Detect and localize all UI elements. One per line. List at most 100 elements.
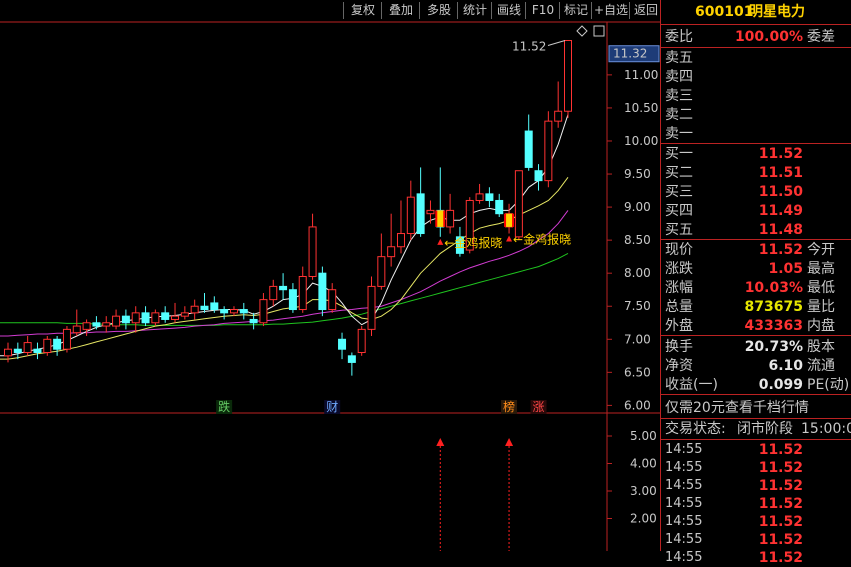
vol-tick-label: 2.00 [630,512,657,526]
promo-row[interactable]: 仅需20元查看千档行情 [661,399,851,417]
diamond-icon[interactable] [576,25,588,37]
window-toggle-icon[interactable] [593,25,605,37]
candle-body [406,196,415,235]
tick-row: 14:55 11.52 [661,477,851,495]
candle-body [82,322,91,330]
sell-row: 卖三 [661,87,851,105]
candle-body [357,328,366,354]
tick-row: 14:55 11.52 [661,531,851,549]
candle-body [279,285,288,291]
fund-label: 收益(一) [665,377,718,393]
quote-label2: 内盘 [807,318,835,334]
candle-body [43,338,52,354]
tick-time: 14:55 [665,550,703,565]
candle-body [377,256,386,287]
quote-label: 涨幅 [665,280,693,296]
quote-panel: 600101 明星电力 委比 100.00% 委差 卖五 卖四 卖三 卖二 卖一 买一 1… [660,0,851,566]
kline-chart[interactable]: 11.00 10.50 10.00 9.50 9.00 8.50 8.00 7.50 7.00 6… [0,0,660,551]
candle-body [141,312,150,324]
signal-arrow-up [506,235,513,242]
tick-time: 14:55 [665,532,703,547]
vol-tick-label: 5.00 [630,429,657,443]
signal-arrow-up [437,238,444,245]
signal-bar-inner [506,213,513,227]
candle-body [180,312,189,317]
stock-header[interactable]: 600101 明星电力 [661,3,851,21]
tick-time: 14:55 [665,496,703,511]
tick-row: 14:55 11.52 [661,441,851,459]
vol-tick-label: 4.00 [630,457,657,471]
quote-label2: 今开 [807,242,835,258]
candle-body [367,285,376,330]
toolbar: 复权 叠加 多股 统计 画线 F10 标记 +自选 返回 [0,0,659,22]
candle-body [475,193,484,201]
candle-body [564,40,572,112]
buy-label: 买三 [665,184,693,200]
candle-body [524,130,533,168]
candle-body [416,193,425,235]
y-tick-label: 7.50 [624,299,651,313]
candle-body [23,342,32,354]
sell-label: 卖二 [665,107,693,123]
signal-volume-arrow [436,438,445,446]
candle-body [200,305,209,311]
buy-price: 11.52 [758,146,803,162]
fund-label: 换手 [665,339,693,355]
event-marker-label: 财 [326,400,338,414]
toolbar-button-4[interactable]: 画线 [492,1,526,20]
tick-row: 14:55 11.52 [661,513,851,531]
sell-row: 卖四 [661,68,851,86]
toolbar-button-5[interactable]: F10 [526,1,560,20]
toolbar-button-2[interactable]: 多股 [420,1,458,20]
candle-body [269,285,278,301]
y-tick-label: 8.50 [624,233,651,247]
buy-label: 买二 [665,165,693,181]
candle-body [495,199,504,215]
trade-status-row: 交易状态: 闭市阶段 15:00:0 [661,420,851,438]
quote-label: 涨跌 [665,261,693,277]
candle-body [220,309,229,314]
quote-row: 涨跌 1.05 最高 [661,260,851,278]
event-marker-label: 涨 [533,399,545,414]
toolbar-button-3[interactable]: 统计 [458,1,492,20]
candle-body [239,309,248,314]
signal-volume-arrow [505,438,514,446]
y-tick-label: 9.50 [624,167,651,181]
tick-price: 11.52 [758,550,803,566]
toolbar-button-7[interactable]: +自选 [592,1,630,20]
fund-row: 换手 20.73% 股本 [661,338,851,356]
quote-row: 外盘 433363 内盘 [661,317,851,335]
toolbar-button-1[interactable]: 叠加 [382,1,420,20]
event-marker-label: 跌 [218,399,230,414]
y-tick-label: 11.00 [624,68,658,82]
tick-time: 14:55 [665,514,703,529]
candle-body [387,246,396,258]
candle-body [161,312,170,320]
candle-body [554,110,563,122]
toolbar-button-8[interactable]: 返回 [630,1,662,20]
toolbar-button-6[interactable]: 标记 [560,1,592,20]
tick-price: 11.52 [758,532,803,548]
candle-body [4,348,12,357]
candle-body [112,315,121,327]
quote-row: 总量 873675 量比 [661,298,851,316]
buy-price: 11.49 [758,203,803,219]
trade-status-state: 闭市阶段 [737,421,793,437]
buy-label: 买一 [665,146,693,162]
fund-label2: PE(动) [807,377,850,393]
tick-time: 14:55 [665,478,703,493]
sell-row: 卖一 [661,125,851,143]
toolbar-button-0[interactable]: 复权 [344,1,382,20]
weicha-label: 委差 [807,29,835,45]
y-tick-label: 8.00 [624,266,651,280]
quote-label: 现价 [665,242,693,258]
sell-label: 卖三 [665,88,693,104]
quote-label: 外盘 [665,318,693,334]
tick-row: 14:55 11.52 [661,495,851,513]
candle-body [298,275,307,311]
signal-bar-inner [437,210,444,227]
y-tick-label: 6.00 [624,398,651,412]
sell-label: 卖一 [665,126,693,142]
candle-body [151,312,160,324]
candle-body [121,315,130,324]
